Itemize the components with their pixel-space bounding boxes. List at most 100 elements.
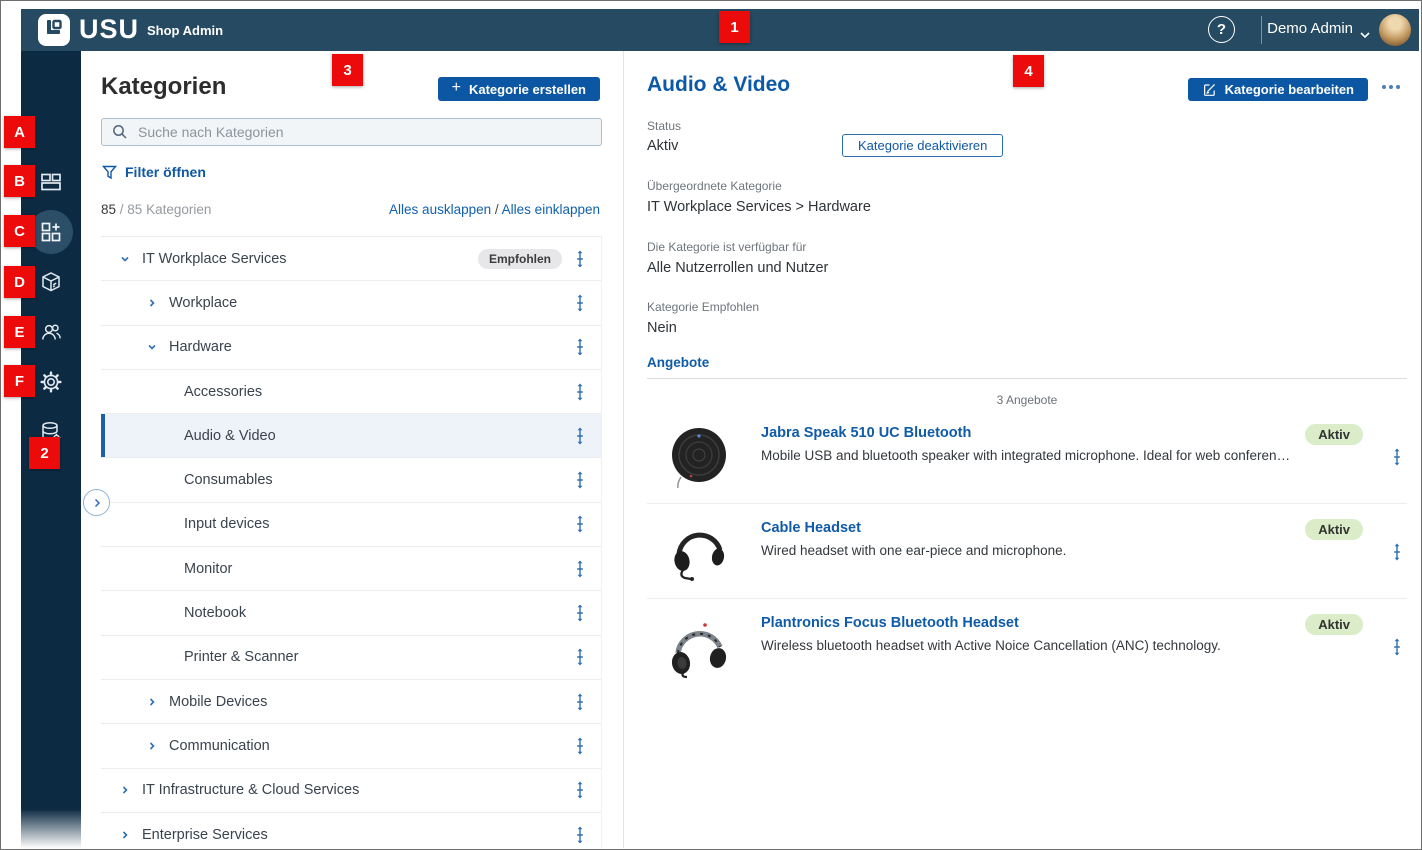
tree-item-label: Notebook xyxy=(184,605,246,621)
page-title: Kategorien xyxy=(101,73,226,101)
recommended-value: Nein xyxy=(647,320,677,336)
count-total: / 85 Kategorien xyxy=(120,202,212,217)
categories-icon[interactable] xyxy=(39,220,63,244)
sidebar-expand-button[interactable] xyxy=(83,489,110,516)
dashboard-icon[interactable] xyxy=(39,170,63,194)
detail-title: Audio & Video xyxy=(647,73,790,97)
offer-title-link[interactable]: Cable Headset xyxy=(761,520,1305,536)
drag-handle-icon[interactable] xyxy=(574,737,586,755)
help-button[interactable]: ? xyxy=(1208,16,1235,43)
chevron-right-icon[interactable] xyxy=(147,298,157,308)
drag-handle-icon[interactable] xyxy=(1391,448,1403,466)
annotation-badge-4: 4 xyxy=(1013,55,1044,87)
tree-item-notebook[interactable]: Notebook xyxy=(101,591,601,635)
offer-row-jabra-speak[interactable]: Jabra Speak 510 UC Bluetooth Mobile USB … xyxy=(647,409,1407,503)
product-image-cable-headset xyxy=(669,518,729,584)
chevron-right-icon[interactable] xyxy=(120,785,130,795)
tree-item-label: Communication xyxy=(169,738,270,754)
tree-item-label: Workplace xyxy=(169,295,237,311)
tree-item-mobile-devices[interactable]: Mobile Devices xyxy=(101,680,601,724)
drag-handle-icon[interactable] xyxy=(574,250,586,268)
tree-item-it-infrastructure[interactable]: IT Infrastructure & Cloud Services xyxy=(101,769,601,813)
tree-item-consumables[interactable]: Consumables xyxy=(101,458,601,502)
user-menu[interactable]: Demo Admin xyxy=(1267,20,1353,37)
offer-title-link[interactable]: Jabra Speak 510 UC Bluetooth xyxy=(761,425,1305,441)
offer-text: Cable Headset Wired headset with one ear… xyxy=(761,518,1305,584)
avatar[interactable] xyxy=(1379,14,1411,46)
annotation-badge-C: C xyxy=(4,215,35,247)
search-icon xyxy=(112,124,128,140)
topbar-divider xyxy=(1261,16,1262,44)
annotation-badge-A: A xyxy=(4,116,35,148)
offer-row-plantronics[interactable]: Plantronics Focus Bluetooth Headset Wire… xyxy=(647,598,1407,693)
tree-item-label: Audio & Video xyxy=(184,428,276,444)
settings-icon[interactable] xyxy=(39,370,63,394)
offers-list: Jabra Speak 510 UC Bluetooth Mobile USB … xyxy=(647,409,1407,693)
tree-item-audio-video[interactable]: Audio & Video xyxy=(101,414,601,458)
app-frame: USU Shop Admin ? Demo Admin xyxy=(0,0,1422,850)
tree-item-accessories[interactable]: Accessories xyxy=(101,370,601,414)
tree-item-workplace[interactable]: Workplace xyxy=(101,281,601,325)
chevron-down-icon[interactable] xyxy=(147,342,157,352)
tree-item-hardware[interactable]: Hardware xyxy=(101,326,601,370)
tree-item-it-workplace-services[interactable]: IT Workplace Services Empfohlen xyxy=(101,237,601,281)
drag-handle-icon[interactable] xyxy=(574,427,586,445)
drag-handle-icon[interactable] xyxy=(574,781,586,799)
drag-handle-icon[interactable] xyxy=(574,560,586,578)
deactivate-category-button[interactable]: Kategorie deaktivieren xyxy=(842,134,1003,157)
usu-logo-icon xyxy=(37,13,71,47)
offer-text: Plantronics Focus Bluetooth Headset Wire… xyxy=(761,613,1305,679)
chevron-right-icon[interactable] xyxy=(120,830,130,840)
chevron-down-icon[interactable] xyxy=(1359,26,1371,44)
tree-item-label: Hardware xyxy=(169,339,232,355)
drag-handle-icon[interactable] xyxy=(1391,638,1403,656)
drag-handle-icon[interactable] xyxy=(574,515,586,533)
expand-all-link[interactable]: Alles ausklappen xyxy=(389,202,491,217)
edit-category-button[interactable]: Kategorie bearbeiten xyxy=(1188,78,1368,101)
offer-title-link[interactable]: Plantronics Focus Bluetooth Headset xyxy=(761,615,1305,631)
tree-item-printer-scanner[interactable]: Printer & Scanner xyxy=(101,636,601,680)
drag-handle-icon[interactable] xyxy=(574,294,586,312)
create-category-label: Kategorie erstellen xyxy=(469,82,586,97)
drag-handle-icon[interactable] xyxy=(574,693,586,711)
tree-item-communication[interactable]: Communication xyxy=(101,724,601,768)
brand-text: USU xyxy=(79,14,139,45)
annotation-badge-D: D xyxy=(4,266,35,298)
open-filter-link[interactable]: Filter öffnen xyxy=(102,164,206,180)
create-category-button[interactable]: + Kategorie erstellen xyxy=(438,77,600,101)
drag-handle-icon[interactable] xyxy=(574,338,586,356)
more-options-icon[interactable] xyxy=(1381,83,1401,91)
search-input[interactable] xyxy=(138,124,591,140)
users-icon[interactable] xyxy=(39,320,63,344)
tree-item-enterprise-services[interactable]: Enterprise Services xyxy=(101,813,601,850)
tree-item-label: Mobile Devices xyxy=(169,694,267,710)
help-glyph: ? xyxy=(1217,21,1226,38)
parent-category-value: IT Workplace Services > Hardware xyxy=(647,199,871,215)
tab-angebote[interactable]: Angebote xyxy=(647,355,709,370)
drag-handle-icon[interactable] xyxy=(574,648,586,666)
status-value: Aktiv xyxy=(647,138,678,154)
chevron-right-icon[interactable] xyxy=(147,697,157,707)
product-image-bluetooth-headset xyxy=(669,613,729,679)
drag-handle-icon[interactable] xyxy=(574,471,586,489)
category-count: 85 / 85 Kategorien xyxy=(101,202,211,217)
offer-row-cable-headset[interactable]: Cable Headset Wired headset with one ear… xyxy=(647,503,1407,598)
annotation-badge-3: 3 xyxy=(332,54,363,86)
status-badge: Aktiv xyxy=(1305,519,1363,540)
annotation-badge-B: B xyxy=(4,165,35,197)
count-shown: 85 xyxy=(101,202,116,217)
tree-item-label: Consumables xyxy=(184,472,273,488)
annotation-badge-F: F xyxy=(4,365,35,397)
drag-handle-icon[interactable] xyxy=(1391,543,1403,561)
drag-handle-icon[interactable] xyxy=(574,826,586,844)
drag-handle-icon[interactable] xyxy=(574,604,586,622)
collapse-all-link[interactable]: Alles einklappen xyxy=(502,202,600,217)
recommended-badge: Empfohlen xyxy=(478,249,562,269)
tree-item-monitor[interactable]: Monitor xyxy=(101,547,601,591)
tree-item-input-devices[interactable]: Input devices xyxy=(101,503,601,547)
offer-description: Wireless bluetooth headset with Active N… xyxy=(761,638,1305,653)
drag-handle-icon[interactable] xyxy=(574,383,586,401)
chevron-right-icon[interactable] xyxy=(147,741,157,751)
chevron-down-icon[interactable] xyxy=(120,254,130,264)
package-icon[interactable] xyxy=(39,270,63,294)
